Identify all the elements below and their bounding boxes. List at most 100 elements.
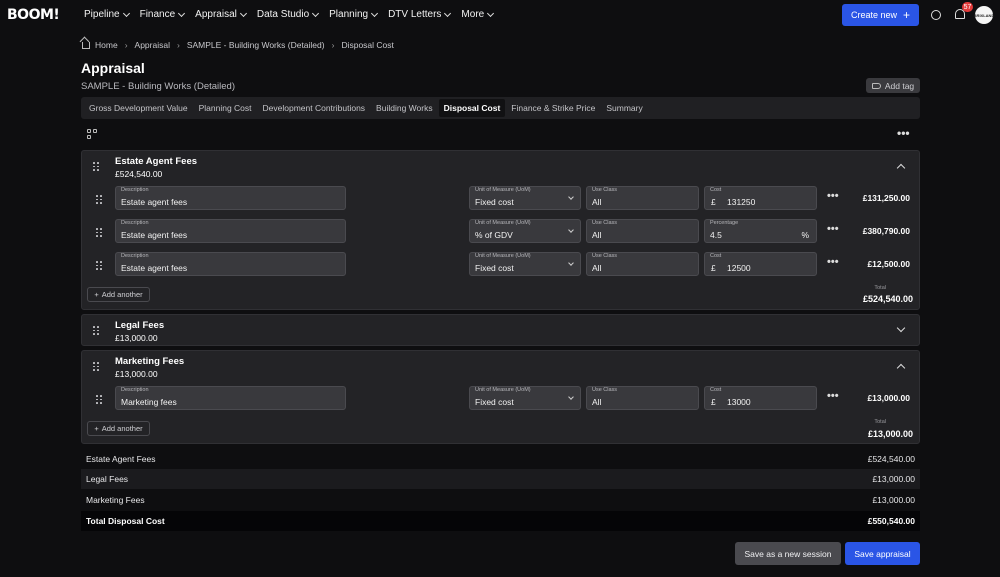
field-label: Cost: [710, 387, 722, 393]
nav-label: Planning: [329, 9, 369, 20]
field-label: Description: [121, 387, 149, 393]
nav-more[interactable]: More: [461, 9, 495, 20]
summary-total-row: Total Disposal Cost £550,540.00: [81, 511, 920, 531]
percentage-field[interactable]: Percentage 4.5 %: [704, 219, 817, 243]
page-more-icon[interactable]: •••: [897, 126, 910, 140]
uom-select[interactable]: Unit of Measure (UoM) Fixed cost: [469, 186, 581, 210]
field-label: Description: [121, 187, 149, 193]
main-menu: Pipeline Finance Appraisal Data Studio P…: [84, 9, 504, 20]
chevron-up-icon[interactable]: [896, 363, 906, 373]
add-another-button[interactable]: + Add another: [87, 421, 150, 436]
use-class-field[interactable]: Use Class All: [586, 186, 699, 210]
chevron-down-icon: [178, 9, 186, 17]
nav-data-studio[interactable]: Data Studio: [257, 9, 320, 20]
grid-cell: [87, 129, 91, 133]
field-label: Unit of Measure (UoM): [475, 220, 531, 226]
use-class-field[interactable]: Use Class All: [586, 252, 699, 276]
summary-row: Legal Fees £13,000.00: [81, 469, 920, 489]
save-appraisal-button[interactable]: Save appraisal: [845, 542, 920, 565]
drag-handle-icon[interactable]: [96, 195, 102, 204]
nav-planning[interactable]: Planning: [329, 9, 379, 20]
description-field[interactable]: Description Estate agent fees: [115, 219, 346, 243]
add-tag-label: Add tag: [884, 80, 915, 91]
chevron-down-icon[interactable]: [896, 323, 906, 333]
tab-building-works[interactable]: Building Works: [371, 99, 438, 117]
row-more-icon[interactable]: •••: [827, 256, 839, 268]
description-field[interactable]: Description Estate agent fees: [115, 252, 346, 276]
plus-icon: +: [94, 424, 99, 433]
field-value: All: [592, 197, 602, 207]
section-marketing-fees: Marketing Fees £13,000.00 Description Ma…: [81, 350, 920, 444]
tab-disposal-cost[interactable]: Disposal Cost: [438, 99, 506, 117]
chevron-right-icon: ›: [176, 40, 180, 50]
tab-finance-strike-price[interactable]: Finance & Strike Price: [506, 99, 600, 117]
add-widget-icon[interactable]: [87, 129, 98, 140]
cost-field[interactable]: Cost £ 131250: [704, 186, 817, 210]
field-value: All: [592, 397, 602, 407]
field-value: Marketing fees: [121, 397, 177, 407]
uom-select[interactable]: Unit of Measure (UoM) Fixed cost: [469, 386, 581, 410]
create-new-button[interactable]: Create new +: [842, 4, 919, 26]
section-estate-agent-fees: Estate Agent Fees £524,540.00 Descriptio…: [81, 150, 920, 310]
summary-value: £550,540.00: [867, 516, 915, 526]
plus-icon: +: [94, 290, 99, 299]
summary-label: Estate Agent Fees: [86, 454, 156, 464]
tab-development-contributions[interactable]: Development Contributions: [258, 99, 371, 117]
field-label: Cost: [710, 187, 722, 193]
nav-appraisal[interactable]: Appraisal: [195, 9, 247, 20]
description-field[interactable]: Description Estate agent fees: [115, 186, 346, 210]
drag-handle-icon[interactable]: [96, 228, 102, 237]
nav-label: Appraisal: [195, 9, 237, 20]
use-class-field[interactable]: Use Class All: [586, 219, 699, 243]
breadcrumb-home[interactable]: Home: [95, 40, 118, 50]
uom-select[interactable]: Unit of Measure (UoM) Fixed cost: [469, 252, 581, 276]
row-more-icon[interactable]: •••: [827, 223, 839, 235]
breadcrumb-appraisal[interactable]: Appraisal: [135, 40, 170, 50]
description-field[interactable]: Description Marketing fees: [115, 386, 346, 410]
drag-handle-icon[interactable]: [96, 261, 102, 270]
field-label: Unit of Measure (UoM): [475, 187, 531, 193]
use-class-field[interactable]: Use Class All: [586, 386, 699, 410]
app-logo[interactable]: BOOM!: [7, 7, 60, 23]
drag-handle-icon[interactable]: [96, 395, 102, 404]
section-legal-fees[interactable]: Legal Fees £13,000.00: [81, 314, 920, 346]
field-value: Fixed cost: [475, 263, 514, 273]
field-value: Fixed cost: [475, 197, 514, 207]
tab-planning-cost[interactable]: Planning Cost: [194, 99, 257, 117]
grid-cell: [93, 129, 97, 133]
cost-field[interactable]: Cost £ 13000: [704, 386, 817, 410]
field-label: Description: [121, 220, 149, 226]
add-tag-button[interactable]: Add tag: [866, 78, 920, 93]
theme-toggle-icon[interactable]: [931, 10, 941, 20]
field-label: Use Class: [592, 220, 618, 226]
row-total: £131,250.00: [862, 193, 910, 203]
avatar[interactable]: BRIXLAND: [974, 6, 994, 24]
grid-cell: [87, 135, 91, 139]
field-value: 131250: [727, 197, 756, 207]
field-label: Cost: [710, 253, 722, 259]
summary-value: £524,540.00: [867, 454, 915, 464]
cost-field[interactable]: Cost £ 12500: [704, 252, 817, 276]
add-another-button[interactable]: + Add another: [87, 287, 150, 302]
breadcrumb-appraisal-name[interactable]: SAMPLE - Building Works (Detailed): [187, 40, 325, 50]
chevron-up-icon[interactable]: [896, 163, 906, 173]
drag-handle-icon[interactable]: [93, 326, 99, 335]
nav-finance[interactable]: Finance: [140, 9, 186, 20]
drag-handle-icon[interactable]: [93, 162, 99, 171]
nav-dtv-letters[interactable]: DTV Letters: [388, 9, 452, 20]
chevron-down-icon: [568, 394, 574, 400]
drag-handle-icon[interactable]: [93, 362, 99, 371]
tab-summary[interactable]: Summary: [601, 99, 647, 117]
appraisal-tabs: Gross Development Value Planning Cost De…: [81, 97, 920, 119]
nav-label: DTV Letters: [388, 9, 442, 20]
row-more-icon[interactable]: •••: [827, 390, 839, 402]
summary-row: Estate Agent Fees £524,540.00: [81, 449, 920, 469]
save-as-new-session-button[interactable]: Save as a new session: [735, 542, 841, 565]
nav-pipeline[interactable]: Pipeline: [84, 9, 130, 20]
field-label: Unit of Measure (UoM): [475, 387, 531, 393]
breadcrumb: Home › Appraisal › SAMPLE - Building Wor…: [82, 40, 394, 50]
add-another-label: Add another: [101, 290, 143, 299]
row-more-icon[interactable]: •••: [827, 190, 839, 202]
uom-select[interactable]: Unit of Measure (UoM) % of GDV: [469, 219, 581, 243]
tab-gross-development-value[interactable]: Gross Development Value: [84, 99, 193, 117]
